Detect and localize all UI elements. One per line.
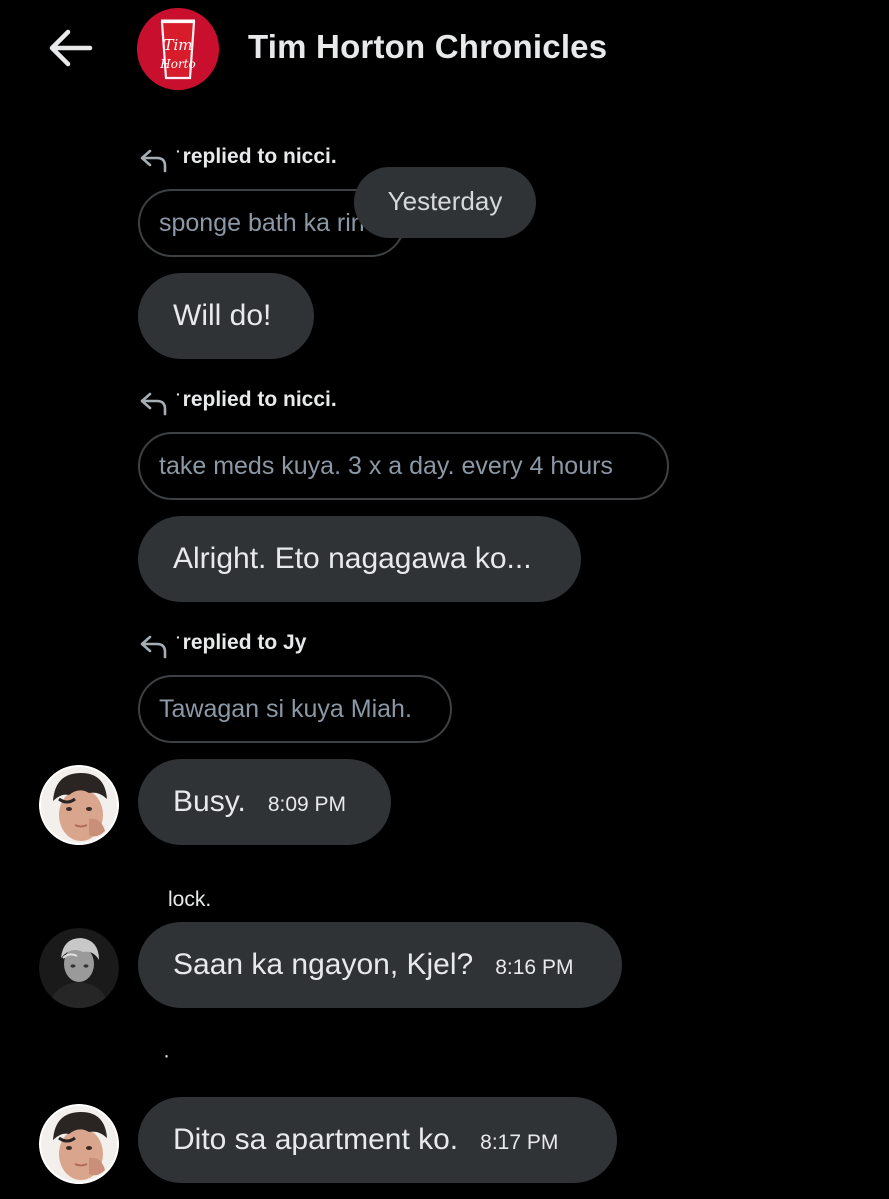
profile-photo-icon <box>39 765 119 845</box>
reply-arrow-icon <box>140 635 167 659</box>
quoted-message[interactable]: take meds kuya. 3 x a day. every 4 hours <box>138 432 669 500</box>
message-bubble[interactable]: Dito sa apartment ko. 8:17 PM <box>138 1097 617 1183</box>
message-time: 8:17 PM <box>480 1131 559 1154</box>
message-bubble[interactable]: Will do! <box>138 273 314 359</box>
reply-context: · replied to Jy <box>138 627 306 659</box>
arrow-left-icon <box>49 29 93 67</box>
message-bubble[interactable]: Saan ka ngayon, Kjel? 8:16 PM <box>138 922 622 1008</box>
reply-context-label: replied to Jy <box>182 631 307 654</box>
tim-hortons-logo-icon: Tim Horto <box>137 8 219 90</box>
sender-avatar[interactable] <box>39 765 119 845</box>
profile-photo-icon <box>39 1104 119 1184</box>
svg-text:Horto: Horto <box>159 57 195 71</box>
conversation-title: Tim Horton Chronicles <box>248 28 608 65</box>
date-divider: Yesterday <box>354 167 536 238</box>
svg-text:Tim: Tim <box>163 36 192 54</box>
reply-dot: · <box>176 629 181 645</box>
sender-avatar[interactable] <box>39 928 119 1008</box>
sender-name: · <box>163 1044 170 1067</box>
reply-dot: · <box>176 386 181 402</box>
sender-name: lock. <box>168 888 212 911</box>
message-bubble[interactable]: Busy. 8:09 PM <box>138 759 391 845</box>
message-time: 8:16 PM <box>495 956 574 979</box>
reply-context: · replied to nicci. <box>138 384 337 416</box>
sender-avatar[interactable] <box>39 1104 119 1184</box>
back-button[interactable] <box>40 22 100 74</box>
message-text: Saan ka ngayon, Kjel? <box>173 948 474 981</box>
reply-dot: · <box>176 143 181 159</box>
message-text: Dito sa apartment ko. <box>173 1123 459 1156</box>
message-time: 8:09 PM <box>267 793 347 816</box>
reply-context-label: replied to nicci. <box>182 388 337 411</box>
reply-context: · replied to nicci. <box>138 141 337 173</box>
reply-arrow-icon <box>140 392 167 416</box>
reply-context-label: replied to nicci. <box>182 145 337 168</box>
reply-arrow-icon <box>140 149 167 173</box>
group-avatar[interactable]: Tim Horto <box>137 8 219 90</box>
message-text: Will do! <box>173 299 272 332</box>
message-text: Alright. Eto nagagawa ko... <box>173 542 532 575</box>
quoted-message[interactable]: Tawagan si kuya Miah. <box>138 675 452 743</box>
profile-photo-icon <box>39 928 119 1008</box>
message-bubble[interactable]: Alright. Eto nagagawa ko... <box>138 516 581 602</box>
message-text: Busy. <box>173 785 246 818</box>
